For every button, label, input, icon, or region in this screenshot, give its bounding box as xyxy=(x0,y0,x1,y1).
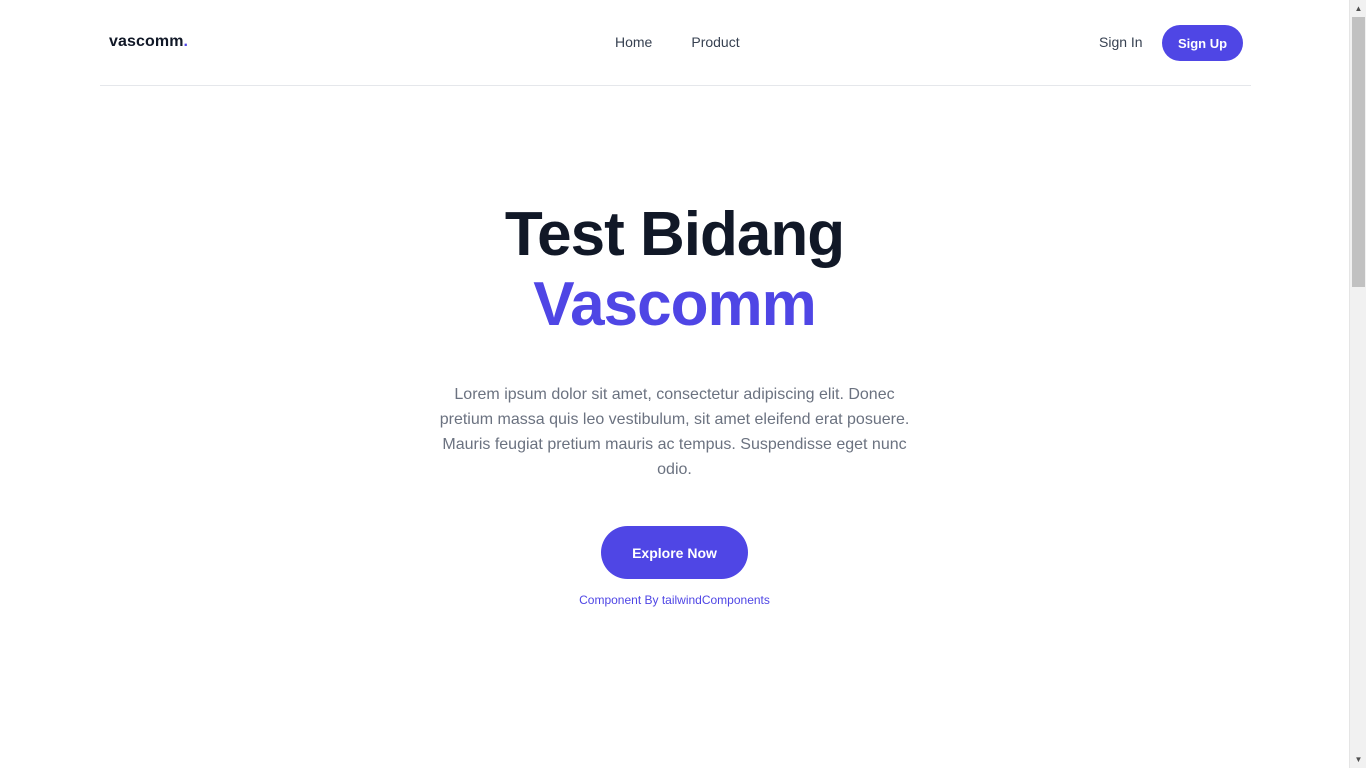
arrow-down-icon[interactable]: ▼ xyxy=(1350,751,1366,768)
page: vascomm. Home Product Sign In Sign Up Te… xyxy=(0,0,1349,764)
component-credit-link[interactable]: Component By tailwindComponents xyxy=(0,593,1349,607)
top-navbar: vascomm. Home Product Sign In Sign Up xyxy=(100,0,1251,86)
hero-description: Lorem ipsum dolor sit amet, consectetur … xyxy=(439,386,910,478)
hero-title: Test Bidang xyxy=(504,200,845,269)
explore-now-button[interactable]: Explore Now xyxy=(601,526,748,579)
brand-name: vascomm xyxy=(109,33,184,50)
hero-title-accent: Vascomm xyxy=(533,270,817,339)
sign-up-button[interactable]: Sign Up xyxy=(1162,25,1243,61)
sign-in-link[interactable]: Sign In xyxy=(1099,34,1143,50)
nav-product-link[interactable]: Product xyxy=(691,34,739,50)
brand-logo[interactable]: vascomm. xyxy=(109,33,188,51)
nav-home-link[interactable]: Home xyxy=(615,34,652,50)
vertical-scrollbar[interactable]: ▲ ▼ xyxy=(1349,0,1366,768)
scrollbar-thumb[interactable] xyxy=(1352,17,1365,287)
hero-section: Test Bidang Vascomm Lorem ipsum dolor si… xyxy=(0,200,1349,607)
brand-dot: . xyxy=(183,33,189,50)
arrow-up-icon[interactable]: ▲ xyxy=(1350,0,1366,17)
main-nav: Home Product xyxy=(615,34,740,50)
